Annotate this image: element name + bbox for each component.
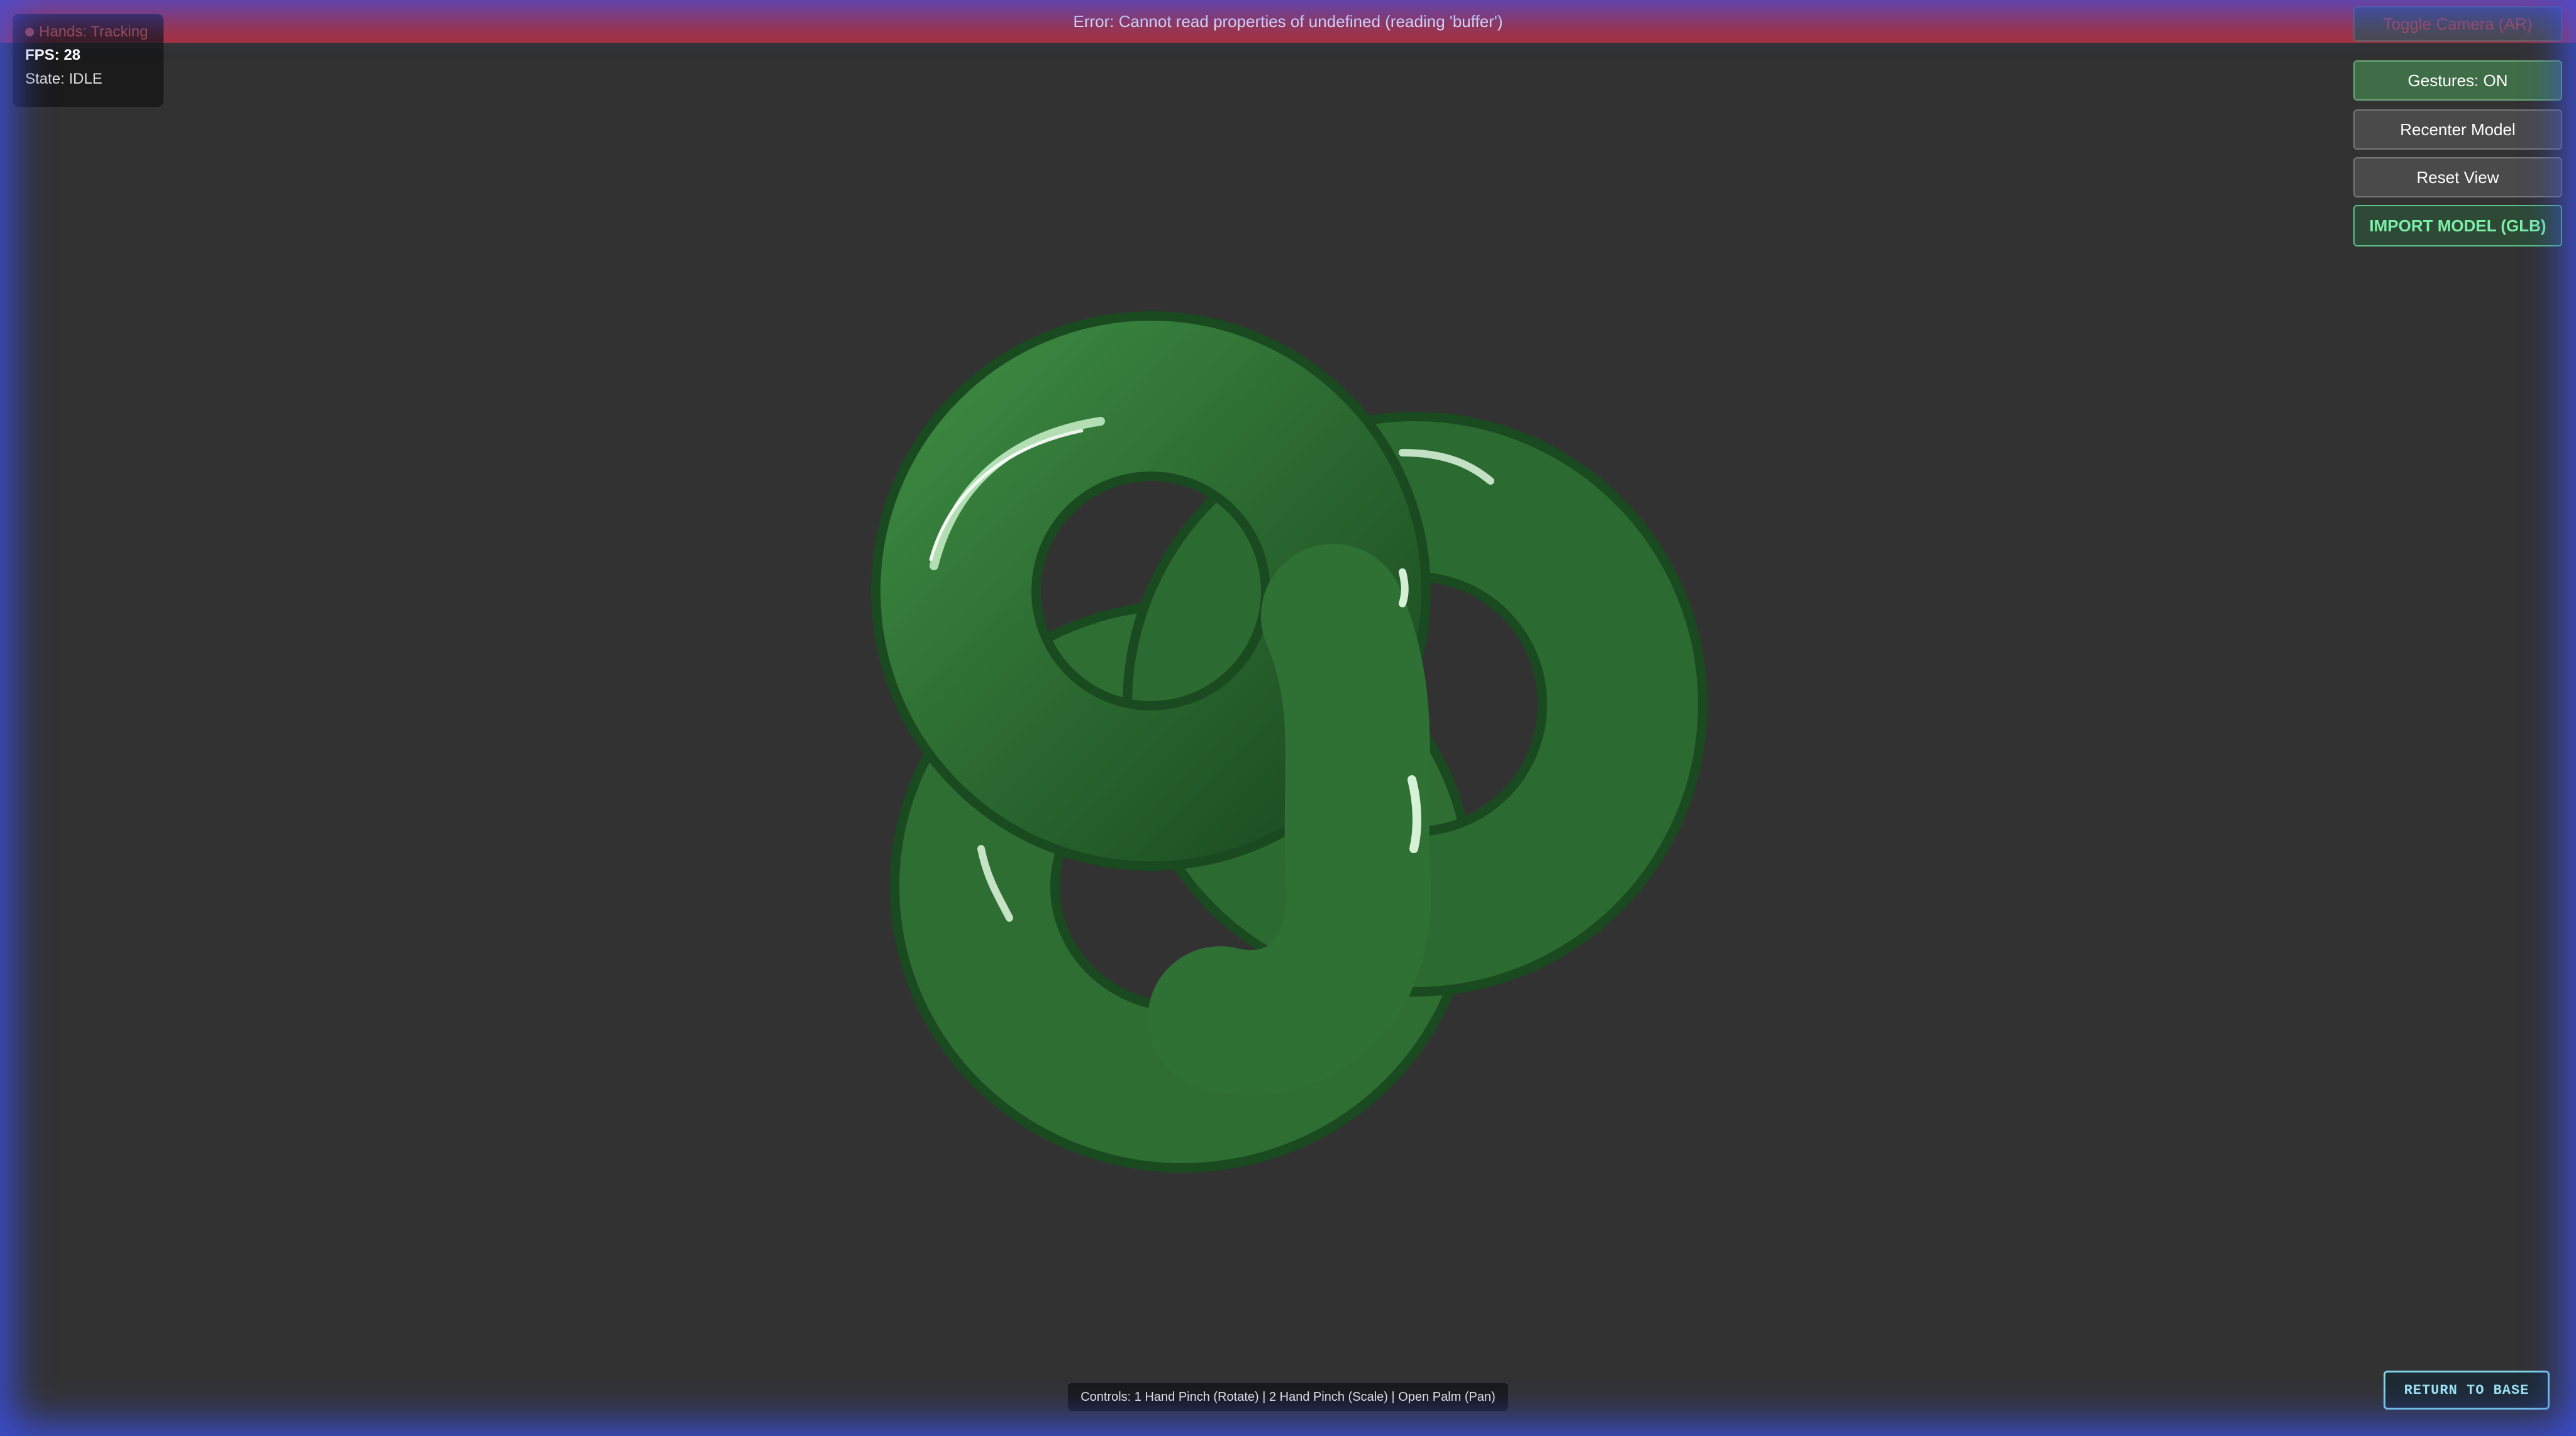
status-dot-icon [25,28,34,36]
trefoil-knot-model[interactable] [818,264,1736,1182]
status-hud: Hands: Tracking FPS: 28 State: IDLE [13,14,164,107]
controls-hint-text: Controls: 1 Hand Pinch (Rotate) | 2 Hand… [1080,1389,1496,1404]
controls-hint: Controls: 1 Hand Pinch (Rotate) | 2 Hand… [1068,1383,1508,1411]
fps-readout: FPS: 28 [25,47,81,64]
hands-status-label: Hands: Tracking [39,23,148,40]
toggle-camera-button[interactable]: Toggle Camera (AR) [2353,6,2562,41]
error-banner: Error: Cannot read properties of undefin… [0,0,2576,43]
reset-view-button[interactable]: Reset View [2353,157,2562,197]
viewport-3d[interactable] [0,0,2576,1436]
hands-status: Hands: Tracking [25,23,148,41]
return-to-base-button[interactable]: RETURN TO BASE [2384,1371,2550,1410]
recenter-model-button[interactable]: Recenter Model [2353,109,2562,150]
error-message: Error: Cannot read properties of undefin… [1073,11,1503,31]
state-readout: State: IDLE [25,70,103,87]
import-model-button[interactable]: IMPORT MODEL (GLB) [2353,205,2562,246]
gestures-toggle-button[interactable]: Gestures: ON [2353,60,2562,101]
